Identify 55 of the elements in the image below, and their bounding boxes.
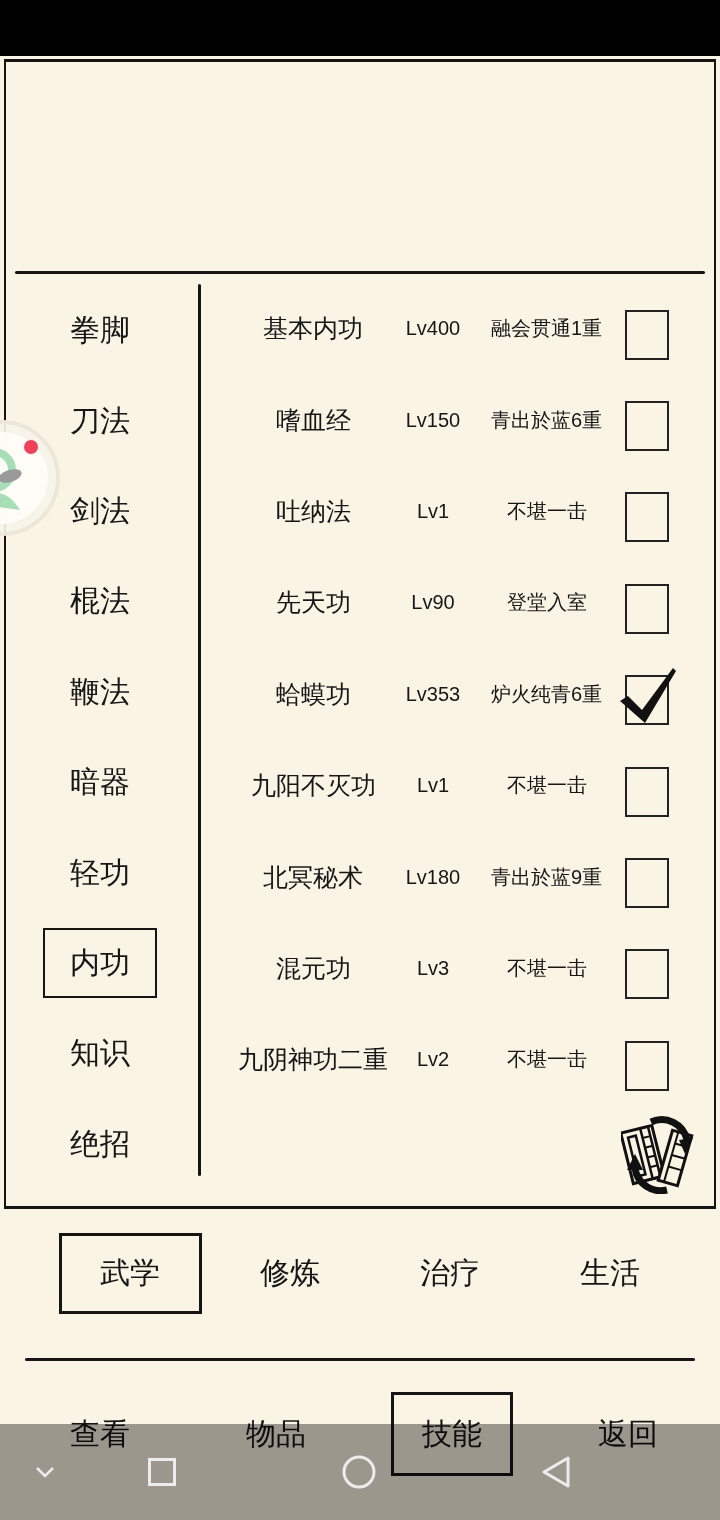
skill-rank: 炉火纯青6重 [490,681,603,707]
section-tab[interactable]: 治疗 [378,1233,522,1314]
category-tab[interactable]: 轻功 [65,850,135,895]
category-tab[interactable]: 绝招 [65,1121,135,1166]
section-tab[interactable]: 修炼 [218,1233,362,1314]
skill-rank: 青出於蓝9重 [490,864,603,890]
checkbox[interactable] [625,492,669,543]
skill-rank: 不堪一击 [506,498,587,524]
skill-rank: 融会贯通1重 [490,316,603,342]
skill-rank: 不堪一击 [506,773,587,799]
skill-name: 九阴神功二重 [238,1044,388,1076]
skill-name: 九阳不灭功 [250,770,376,802]
category-tab[interactable]: 暗器 [65,760,135,805]
checkbox[interactable] [625,858,669,909]
skill-rank: 青出於蓝6重 [490,407,603,433]
skill-name: 混元功 [275,952,351,984]
checkbox[interactable] [625,401,669,452]
skill-rank: 登堂入室 [506,590,587,616]
skill-level: Lv150 [405,408,461,432]
nav-tab[interactable]: 查看 [39,1392,161,1476]
checkbox[interactable] [625,1040,669,1091]
skill-name: 蛤蟆功 [275,678,351,710]
skill-name: 先天功 [275,587,351,619]
skill-level: Lv180 [405,865,461,889]
skill-name: 吐纳法 [275,495,351,527]
section-tab[interactable]: 生活 [538,1233,682,1314]
category-tab[interactable]: 知识 [65,1031,135,1076]
checkbox[interactable] [625,583,669,634]
checkbox[interactable] [625,949,669,1000]
nav-tab[interactable]: 技能 [391,1392,513,1476]
skill-rank: 不堪一击 [506,955,587,981]
skill-level: Lv3 [416,956,450,980]
assistant-bubble-icon[interactable] [0,420,60,536]
skill-level: Lv1 [416,499,450,523]
skill-name: 嗜血经 [275,404,351,436]
checkbox[interactable] [625,766,669,817]
checkbox[interactable] [625,309,669,360]
skill-rank: 不堪一击 [506,1047,587,1073]
nav-tab[interactable]: 物品 [215,1392,337,1476]
category-tab[interactable]: 内功 [43,927,157,998]
skill-name: 北冥秘术 [263,861,363,893]
category-tab[interactable]: 拳脚 [65,308,135,353]
skill-level: Lv90 [411,591,455,615]
category-tab[interactable]: 鞭法 [65,669,135,714]
skill-level: Lv1 [416,774,450,798]
skill-level: Lv400 [405,317,461,341]
category-tab[interactable]: 棍法 [65,579,135,624]
skill-level: Lv2 [416,1048,450,1072]
section-tab[interactable]: 武学 [58,1233,202,1314]
checkmark-icon [620,668,676,724]
category-tab[interactable]: 刀法 [65,398,135,443]
skill-level: Lv353 [405,682,461,706]
skill-name: 基本内功 [263,313,363,345]
category-tab[interactable]: 剑法 [65,488,135,533]
nav-tab[interactable]: 返回 [567,1392,689,1476]
